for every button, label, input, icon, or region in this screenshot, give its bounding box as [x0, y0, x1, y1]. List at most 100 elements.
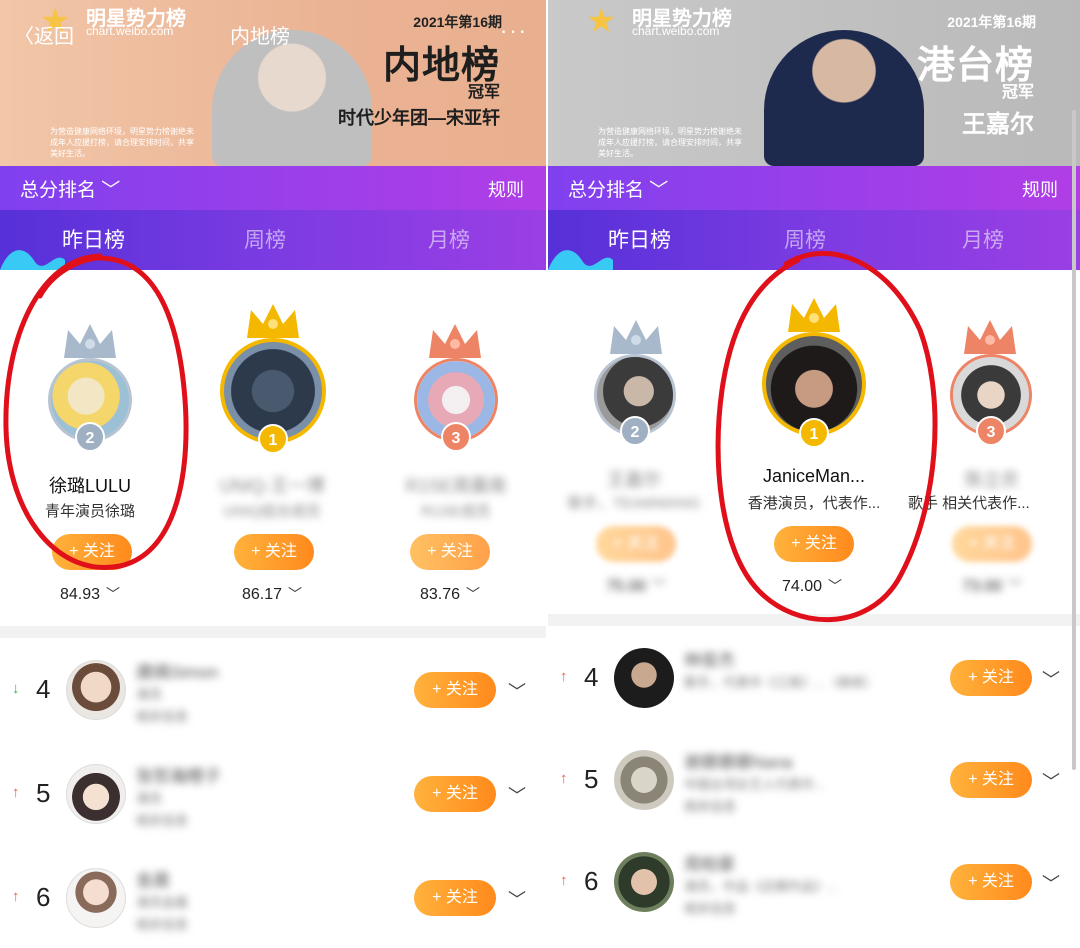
row-sub: 相关信息	[684, 799, 737, 814]
chevron-down-icon[interactable]: ﹀	[1042, 666, 1060, 692]
score-dropdown[interactable]: 84.93 ﹀	[40, 584, 140, 604]
podium-name[interactable]: R1SE周震南	[366, 472, 546, 498]
score-value: 86.17	[241, 586, 283, 603]
crown-icon	[247, 304, 299, 338]
star-logo-icon: ★	[586, 2, 617, 40]
list-item[interactable]: ↑ 5 谢娜娜娜Nana 中国台湾女艺人代表作... 相关信息 + 关注 ﹀	[548, 730, 1080, 830]
back-button[interactable]: 〈返回	[14, 20, 74, 49]
row-sub: 相关信息	[136, 709, 189, 724]
score-value: 75.00	[605, 578, 647, 595]
row-name[interactable]: 张哲瀚橙子	[136, 762, 221, 787]
follow-button[interactable]: + 关注	[414, 672, 496, 708]
crown-icon	[964, 320, 1016, 354]
divider	[548, 614, 1080, 626]
avatar[interactable]	[614, 852, 674, 912]
list-item[interactable]: ↑ 4 林俊杰 歌手，代表作《江南》...（继续） + 关注 ﹀	[548, 628, 1080, 728]
champion-name: 时代少年团—宋亚轩	[338, 108, 500, 128]
score-value: 83.76	[419, 586, 461, 603]
follow-button[interactable]: + 关注	[596, 526, 676, 562]
podium-desc: UNIQ组合成员	[223, 503, 321, 520]
row-sub: 歌手，代表作《江南》...（继续）	[684, 675, 877, 690]
score-value: 73.00	[961, 578, 1003, 595]
row-name[interactable]: 周柏豪	[684, 850, 735, 875]
tab-bar: 昨日榜 周榜 月榜	[548, 210, 1080, 270]
tab-monthly[interactable]: 月榜	[962, 224, 1004, 254]
follow-button[interactable]: + 关注	[950, 660, 1032, 696]
tab-monthly[interactable]: 月榜	[428, 224, 470, 254]
chevron-down-icon: ﹀	[101, 180, 121, 201]
list-item[interactable]: ↑ 5 张哲瀚橙子 演员 相关信息 + 关注 ﹀	[0, 744, 546, 844]
podium-name[interactable]: 徐璐LULU	[0, 472, 180, 498]
champion-portrait	[212, 30, 372, 166]
banner: ★ 明星势力榜 chart.weibo.com 〈返回 内地榜 ··· 2021…	[0, 0, 546, 166]
podium-name[interactable]: JaniceMan...	[724, 466, 904, 487]
scrollbar[interactable]	[1072, 110, 1076, 770]
avatar[interactable]	[614, 648, 674, 708]
minor-notice: 为营造健康网络环境，明星势力榜谢绝未成年人应援打榜，请合理安排时间，共享美好生活…	[598, 127, 742, 158]
row-name[interactable]: 林俊杰	[684, 646, 735, 671]
chevron-down-icon[interactable]: ﹀	[1042, 870, 1060, 896]
chevron-down-icon: ﹀	[288, 586, 303, 602]
right-panel: ★ 明星势力榜 chart.weibo.com 2021年第16期 港台榜 冠军…	[548, 0, 1080, 948]
row-name[interactable]: 唐嫣Simon	[136, 658, 218, 683]
banner: ★ 明星势力榜 chart.weibo.com 2021年第16期 港台榜 冠军…	[548, 0, 1080, 166]
score-dropdown[interactable]: 74.00 ﹀	[762, 576, 862, 596]
rules-link[interactable]: 规则	[488, 176, 524, 202]
score-dropdown[interactable]: 83.76 ﹀	[400, 584, 500, 604]
rank-medal: 1	[799, 418, 829, 448]
follow-button[interactable]: + 关注	[950, 864, 1032, 900]
list-item[interactable]: ↑ 6 周柏豪 演员，作品《近期作品》... 相关信息 + 关注 ﹀	[548, 832, 1080, 932]
sort-dropdown[interactable]: 总分排名 ﹀	[20, 175, 120, 202]
score-dropdown[interactable]: 86.17 ﹀	[222, 584, 322, 604]
follow-button[interactable]: + 关注	[414, 880, 496, 916]
row-sub: 相关信息	[684, 901, 737, 916]
avatar[interactable]	[66, 660, 126, 720]
avatar[interactable]	[66, 764, 126, 824]
follow-button[interactable]: + 关注	[952, 526, 1032, 562]
sort-dropdown[interactable]: 总分排名 ﹀	[568, 175, 668, 202]
tab-yesterday[interactable]: 昨日榜	[608, 224, 671, 254]
champion-label: 冠军	[1001, 84, 1034, 101]
issue-label: 2021年第16期	[413, 14, 502, 30]
chevron-down-icon[interactable]: ﹀	[508, 782, 526, 808]
row-sub: 演员	[136, 791, 163, 806]
chevron-down-icon[interactable]: ﹀	[508, 886, 526, 912]
rank-medal: 3	[441, 422, 471, 452]
podium-name[interactable]: UNIQ-王一博	[182, 472, 362, 498]
podium-desc: 青年演员徐璐	[44, 503, 135, 520]
chevron-down-icon[interactable]: ﹀	[1042, 768, 1060, 794]
logo-url: chart.weibo.com	[86, 24, 174, 38]
podium-name[interactable]: 王嘉尔	[548, 466, 724, 492]
follow-button[interactable]: + 关注	[410, 534, 490, 570]
arrow-up-icon: ↑	[560, 770, 568, 787]
crown-icon	[788, 298, 840, 332]
more-button[interactable]: ···	[500, 18, 528, 44]
follow-button[interactable]: + 关注	[52, 534, 132, 570]
rank-number: 5	[584, 764, 599, 794]
tab-weekly[interactable]: 周榜	[784, 224, 826, 254]
follow-button[interactable]: + 关注	[234, 534, 314, 570]
rank-number: 4	[36, 674, 51, 704]
chevron-down-icon: ﹀	[1008, 578, 1023, 594]
tab-weekly[interactable]: 周榜	[244, 224, 286, 254]
tab-yesterday[interactable]: 昨日榜	[62, 224, 125, 254]
list-item[interactable]: ↑ 6 金晨 演员金晨 相关信息 + 关注 ﹀	[0, 848, 546, 948]
score-dropdown[interactable]: 73.00 ﹀	[942, 576, 1042, 596]
rules-link[interactable]: 规则	[1022, 176, 1058, 202]
chevron-down-icon[interactable]: ﹀	[508, 678, 526, 704]
arrow-up-icon: ↑	[560, 668, 568, 685]
podium-name[interactable]: 陈立农	[902, 466, 1080, 492]
left-panel: ★ 明星势力榜 chart.weibo.com 〈返回 内地榜 ··· 2021…	[0, 0, 546, 948]
list-item[interactable]: ↓ 4 唐嫣Simon 演员 相关信息 + 关注 ﹀	[0, 640, 546, 740]
row-name[interactable]: 金晨	[136, 866, 170, 891]
follow-button[interactable]: + 关注	[774, 526, 854, 562]
logo-url: chart.weibo.com	[632, 24, 720, 38]
avatar[interactable]	[66, 868, 126, 928]
row-name[interactable]: 谢娜娜娜Nana	[684, 748, 793, 773]
follow-button[interactable]: + 关注	[414, 776, 496, 812]
rank-number: 5	[36, 778, 51, 808]
avatar[interactable]	[614, 750, 674, 810]
follow-button[interactable]: + 关注	[950, 762, 1032, 798]
score-dropdown[interactable]: 75.00 ﹀	[586, 576, 686, 596]
champion-label: 冠军	[467, 84, 500, 101]
